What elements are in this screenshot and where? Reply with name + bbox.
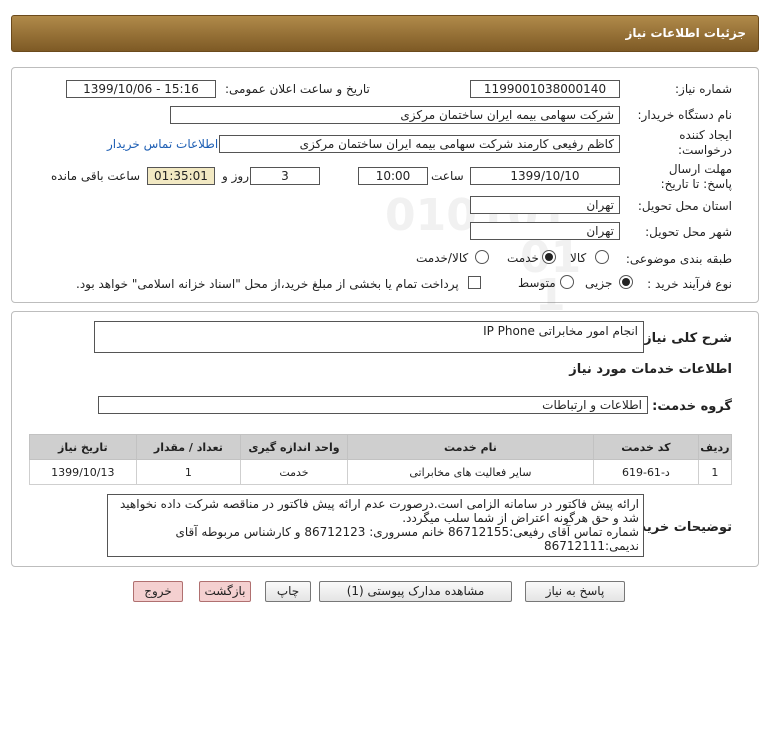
buyer-org-label: نام دستگاه خریدار:	[637, 108, 733, 122]
category-option-goods: کالا	[570, 251, 587, 265]
buyer-contact-link[interactable]: اطلاعات تماس خریدار	[107, 137, 218, 151]
category-radio-service[interactable]	[542, 250, 556, 264]
buyer-notes-line-1: ارائه پیش فاکتور در سامانه الزامی است.در…	[120, 497, 639, 511]
need-description-label: شرح کلی نیاز:	[638, 331, 732, 346]
treasury-payment-note: پرداخت تمام یا بخشی از مبلغ خرید،از محل …	[76, 277, 459, 291]
remaining-time-label: ساعت باقی مانده	[51, 169, 141, 183]
col-unit: واحد اندازه گیری	[240, 434, 348, 460]
service-group-label: گروه خدمت:	[652, 399, 732, 414]
city-label: شهر محل تحویل:	[645, 225, 732, 239]
page-header: جزئیات اطلاعات نیاز	[11, 15, 759, 52]
buyer-notes-box: ارائه پیش فاکتور در سامانه الزامی است.در…	[107, 494, 644, 557]
col-row: ردیف	[697, 434, 733, 460]
col-service-name: نام خدمت	[346, 434, 595, 460]
process-label: نوع فرآیند خرید :	[647, 277, 732, 291]
col-service-code: کد خدمت	[593, 434, 699, 460]
days-remaining-field: 3	[250, 167, 320, 185]
service-group-field: اطلاعات و ارتباطات	[98, 396, 648, 414]
treasury-payment-checkbox[interactable]	[468, 276, 481, 289]
deadline-label: مهلت ارسال پاسخ: تا تاریخ:	[660, 162, 732, 191]
process-option-medium: متوسط	[518, 276, 556, 290]
cell-row: 1	[697, 459, 733, 485]
page-title: جزئیات اطلاعات نیاز	[625, 26, 746, 40]
creator-field: کاظم رفیعی کارمند شرکت سهامی بیمه ایران …	[219, 135, 620, 153]
back-button[interactable]: بازگشت	[199, 581, 251, 602]
buyer-notes-line-2: شد و حق هرگونه اعتراض از شما سلب میگردد.	[402, 511, 639, 525]
cell-service-name: سایر فعالیت های مخابراتی	[346, 459, 595, 485]
services-table: ردیف کد خدمت نام خدمت واحد اندازه گیری ت…	[29, 434, 733, 485]
category-option-service: خدمت	[507, 251, 539, 265]
category-radio-goods-service[interactable]	[475, 250, 489, 264]
category-radio-goods[interactable]	[595, 250, 609, 264]
announce-datetime-label: تاریخ و ساعت اعلان عمومی:	[225, 82, 370, 96]
table-row: 1 د-61-619 سایر فعالیت های مخابراتی خدمت…	[29, 459, 733, 485]
deadline-date-field: 1399/10/10	[470, 167, 620, 185]
province-label: استان محل تحویل:	[637, 199, 732, 213]
process-radio-minor[interactable]	[619, 275, 633, 289]
cell-unit: خدمت	[240, 459, 348, 485]
services-table-header: ردیف کد خدمت نام خدمت واحد اندازه گیری ت…	[29, 434, 733, 460]
print-button[interactable]: چاپ	[265, 581, 311, 602]
announce-datetime-field: 1399/10/06 - 15:16	[66, 80, 216, 98]
province-field: تهران	[470, 196, 620, 214]
creator-label: ایجاد کننده درخواست:	[678, 128, 732, 157]
remaining-time-field: 01:35:01	[147, 167, 215, 185]
need-number-label: شماره نیاز:	[675, 82, 732, 96]
process-radio-medium[interactable]	[560, 275, 574, 289]
category-option-goods-service: کالا/خدمت	[416, 251, 469, 265]
attachments-button[interactable]: مشاهده مدارک پیوستی (1)	[319, 581, 512, 602]
buyer-notes-line-4: ندیمی:86712111	[543, 539, 639, 553]
need-number-field: 1199001038000140	[470, 80, 620, 98]
col-quantity: تعداد / مقدار	[135, 434, 242, 460]
cell-need-date: 1399/10/13	[29, 459, 137, 485]
cell-service-code: د-61-619	[593, 459, 699, 485]
services-info-heading: اطلاعات خدمات مورد نیاز	[569, 362, 732, 377]
buyer-org-field: شرکت سهامی بیمه ایران ساختمان مرکزی	[170, 106, 620, 124]
cell-quantity: 1	[135, 459, 242, 485]
process-option-minor: جزیی	[585, 276, 613, 290]
deadline-time-field: 10:00	[358, 167, 428, 185]
col-need-date: تاریخ نیاز	[29, 434, 137, 460]
need-description-field: انجام امور مخابراتی IP Phone	[94, 321, 644, 353]
buyer-notes-line-3: شماره تماس آقای رفیعی:86712155 خانم مسرو…	[175, 525, 639, 539]
days-label: روز و	[222, 169, 249, 183]
exit-button[interactable]: خروج	[133, 581, 183, 602]
city-field: تهران	[470, 222, 620, 240]
reply-button[interactable]: پاسخ به نیاز	[525, 581, 625, 602]
category-label: طبقه بندی موضوعی:	[625, 252, 732, 266]
deadline-time-label: ساعت	[431, 169, 464, 183]
